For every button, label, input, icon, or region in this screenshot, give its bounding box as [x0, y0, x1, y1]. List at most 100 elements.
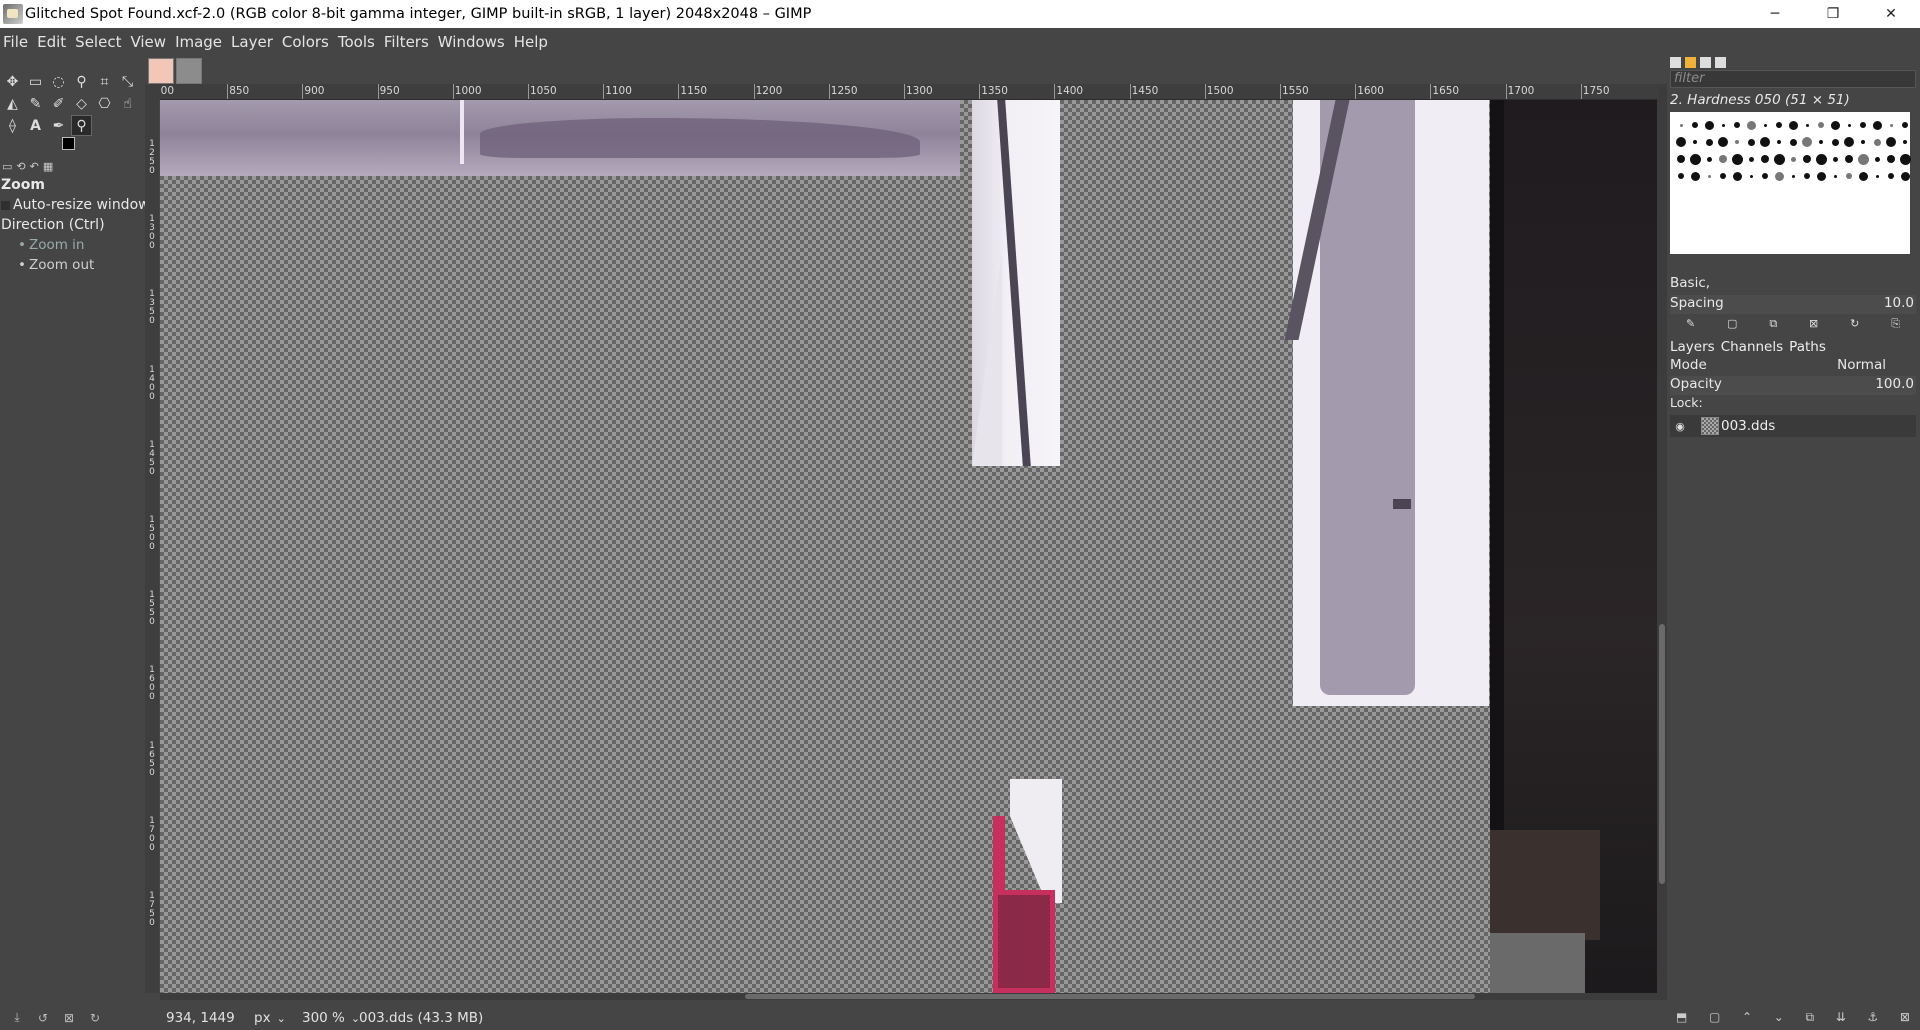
- brush-thumbnail[interactable]: [1704, 120, 1714, 130]
- brush-thumbnail[interactable]: [1773, 153, 1785, 165]
- brush-thumbnail[interactable]: [1874, 156, 1880, 162]
- fonts-tab-icon[interactable]: [1700, 57, 1711, 68]
- layer-mode-row[interactable]: Mode Normal: [1670, 357, 1916, 376]
- fuzzy-select-tool-icon[interactable]: ⚲: [71, 71, 92, 92]
- brush-thumbnail[interactable]: [1802, 137, 1812, 147]
- device-status-tab-icon[interactable]: ⟲: [16, 160, 25, 176]
- vertical-scroll-thumb[interactable]: [1659, 624, 1665, 884]
- brush-thumbnail[interactable]: [1888, 173, 1894, 179]
- bucket-fill-tool-icon[interactable]: ◭: [2, 93, 23, 114]
- unit-dropdown[interactable]: px: [254, 1010, 294, 1026]
- rect-select-tool-icon[interactable]: ▭: [25, 71, 46, 92]
- brush-thumbnail[interactable]: [1705, 138, 1713, 146]
- brush-thumbnail[interactable]: [1889, 123, 1893, 127]
- brush-thumbnail[interactable]: [1762, 173, 1768, 179]
- brush-thumbnail[interactable]: [1886, 137, 1896, 147]
- minimize-button[interactable]: ─: [1746, 0, 1804, 28]
- image-canvas[interactable]: [160, 100, 1657, 993]
- zoom-in-radio[interactable]: Zoom in: [0, 237, 142, 257]
- brush-thumbnail[interactable]: [1731, 153, 1743, 165]
- brush-thumbnail[interactable]: [1819, 140, 1823, 144]
- brush-thumbnail[interactable]: [1776, 122, 1782, 128]
- layer-name[interactable]: 003.dds: [1721, 418, 1775, 434]
- brush-thumbnail[interactable]: [1875, 174, 1879, 178]
- horizontal-ruler[interactable]: 800 850 900 950 1000 1050 1100 1150 1200 1250 1300…: [160, 84, 1657, 100]
- menu-layer[interactable]: Layer: [227, 33, 278, 51]
- menu-select[interactable]: Select: [71, 33, 126, 51]
- brush-thumbnail[interactable]: [1760, 137, 1770, 147]
- document-history-tab-icon[interactable]: [1715, 57, 1726, 68]
- raise-layer-icon[interactable]: ⌃: [1742, 1010, 1752, 1028]
- brush-filter-input[interactable]: filter: [1670, 70, 1916, 88]
- brush-thumbnail[interactable]: [1899, 153, 1911, 165]
- tool-options-tab-icon[interactable]: ▭: [2, 160, 12, 176]
- brushes-tab-icon[interactable]: [1670, 57, 1681, 68]
- tab-channels[interactable]: Channels: [1721, 339, 1783, 355]
- tab-layers[interactable]: Layers: [1670, 339, 1715, 355]
- paths-tool-icon[interactable]: ⟠: [2, 115, 23, 136]
- menu-view[interactable]: View: [126, 33, 171, 51]
- open-brush-icon[interactable]: ⎘: [1891, 317, 1900, 335]
- brush-thumbnail[interactable]: [1832, 156, 1838, 162]
- brush-thumbnail[interactable]: [1900, 171, 1910, 181]
- image-tab-1[interactable]: [148, 58, 174, 84]
- opacity-slider[interactable]: Opacity 100.0: [1670, 376, 1916, 395]
- brush-thumbnail[interactable]: [1748, 156, 1754, 162]
- brush-thumbnail[interactable]: [1902, 122, 1908, 128]
- menu-file[interactable]: File: [0, 33, 33, 51]
- restore-defaults-icon[interactable]: ↻: [86, 1011, 104, 1025]
- brush-thumbnail[interactable]: [1815, 153, 1827, 165]
- brush-thumbnail[interactable]: [1903, 140, 1907, 144]
- zoom-out-radio[interactable]: Zoom out: [0, 257, 142, 277]
- new-layer-icon[interactable]: ▢: [1709, 1010, 1720, 1028]
- brush-grid[interactable]: [1670, 112, 1911, 254]
- close-button[interactable]: ✕: [1862, 0, 1920, 28]
- paintbrush-tool-icon[interactable]: ✎: [25, 93, 46, 114]
- brush-thumbnail[interactable]: [1676, 137, 1686, 147]
- brush-thumbnail[interactable]: [1818, 122, 1824, 128]
- new-layer-group-icon[interactable]: ⬒: [1676, 1010, 1687, 1028]
- brush-preset-select[interactable]: Basic,: [1670, 275, 1916, 291]
- brush-thumbnail[interactable]: [1747, 138, 1755, 146]
- brush-thumbnail[interactable]: [1721, 123, 1725, 127]
- brush-thumbnail[interactable]: [1732, 171, 1742, 181]
- edit-brush-icon[interactable]: ✎: [1686, 317, 1695, 335]
- brush-thumbnail[interactable]: [1791, 174, 1795, 178]
- clone-tool-icon[interactable]: ⎔: [94, 93, 115, 114]
- brush-thumbnail[interactable]: [1847, 123, 1851, 127]
- brush-thumbnail[interactable]: [1790, 156, 1796, 162]
- layer-item[interactable]: ◉ 003.dds: [1670, 415, 1916, 437]
- brush-thumbnail[interactable]: [1846, 173, 1852, 179]
- text-tool-icon[interactable]: A: [25, 115, 46, 136]
- save-icon[interactable]: ⤓: [8, 1010, 26, 1025]
- refresh-brushes-icon[interactable]: ↻: [1850, 317, 1859, 335]
- brush-thumbnail[interactable]: [1804, 173, 1810, 179]
- brush-thumbnail[interactable]: [1861, 140, 1865, 144]
- restore-button[interactable]: ❐: [1804, 0, 1862, 28]
- brush-thumbnail[interactable]: [1679, 123, 1683, 127]
- brush-thumbnail[interactable]: [1707, 174, 1711, 178]
- menu-colors[interactable]: Colors: [278, 33, 334, 51]
- transform-tool-icon[interactable]: ⤡: [117, 71, 138, 92]
- brush-thumbnail[interactable]: [1749, 174, 1753, 178]
- brush-thumbnail[interactable]: [1845, 155, 1853, 163]
- images-tab-icon[interactable]: ▦: [43, 160, 53, 176]
- delete-layer-icon[interactable]: ⊠: [1900, 1010, 1910, 1028]
- brush-thumbnail[interactable]: [1788, 120, 1798, 130]
- brush-thumbnail[interactable]: [1763, 123, 1767, 127]
- visibility-eye-icon[interactable]: ◉: [1670, 420, 1690, 433]
- brush-thumbnail[interactable]: [1693, 140, 1697, 144]
- tab-paths[interactable]: Paths: [1789, 339, 1826, 355]
- delete-icon[interactable]: ⊠: [60, 1011, 78, 1025]
- zoom-dropdown[interactable]: 300 %: [302, 1010, 360, 1026]
- menu-image[interactable]: Image: [171, 33, 227, 51]
- ruler-corner[interactable]: [145, 84, 160, 100]
- brush-thumbnail[interactable]: [1735, 140, 1739, 144]
- brush-thumbnail[interactable]: [1677, 155, 1685, 163]
- crop-tool-icon[interactable]: ⌗: [94, 71, 115, 92]
- lasso-tool-icon[interactable]: ◌: [48, 71, 69, 92]
- horizontal-scrollbar[interactable]: [160, 993, 1657, 1000]
- menu-filters[interactable]: Filters: [380, 33, 434, 51]
- vertical-scrollbar[interactable]: [1657, 84, 1667, 1000]
- menu-tools[interactable]: Tools: [334, 33, 380, 51]
